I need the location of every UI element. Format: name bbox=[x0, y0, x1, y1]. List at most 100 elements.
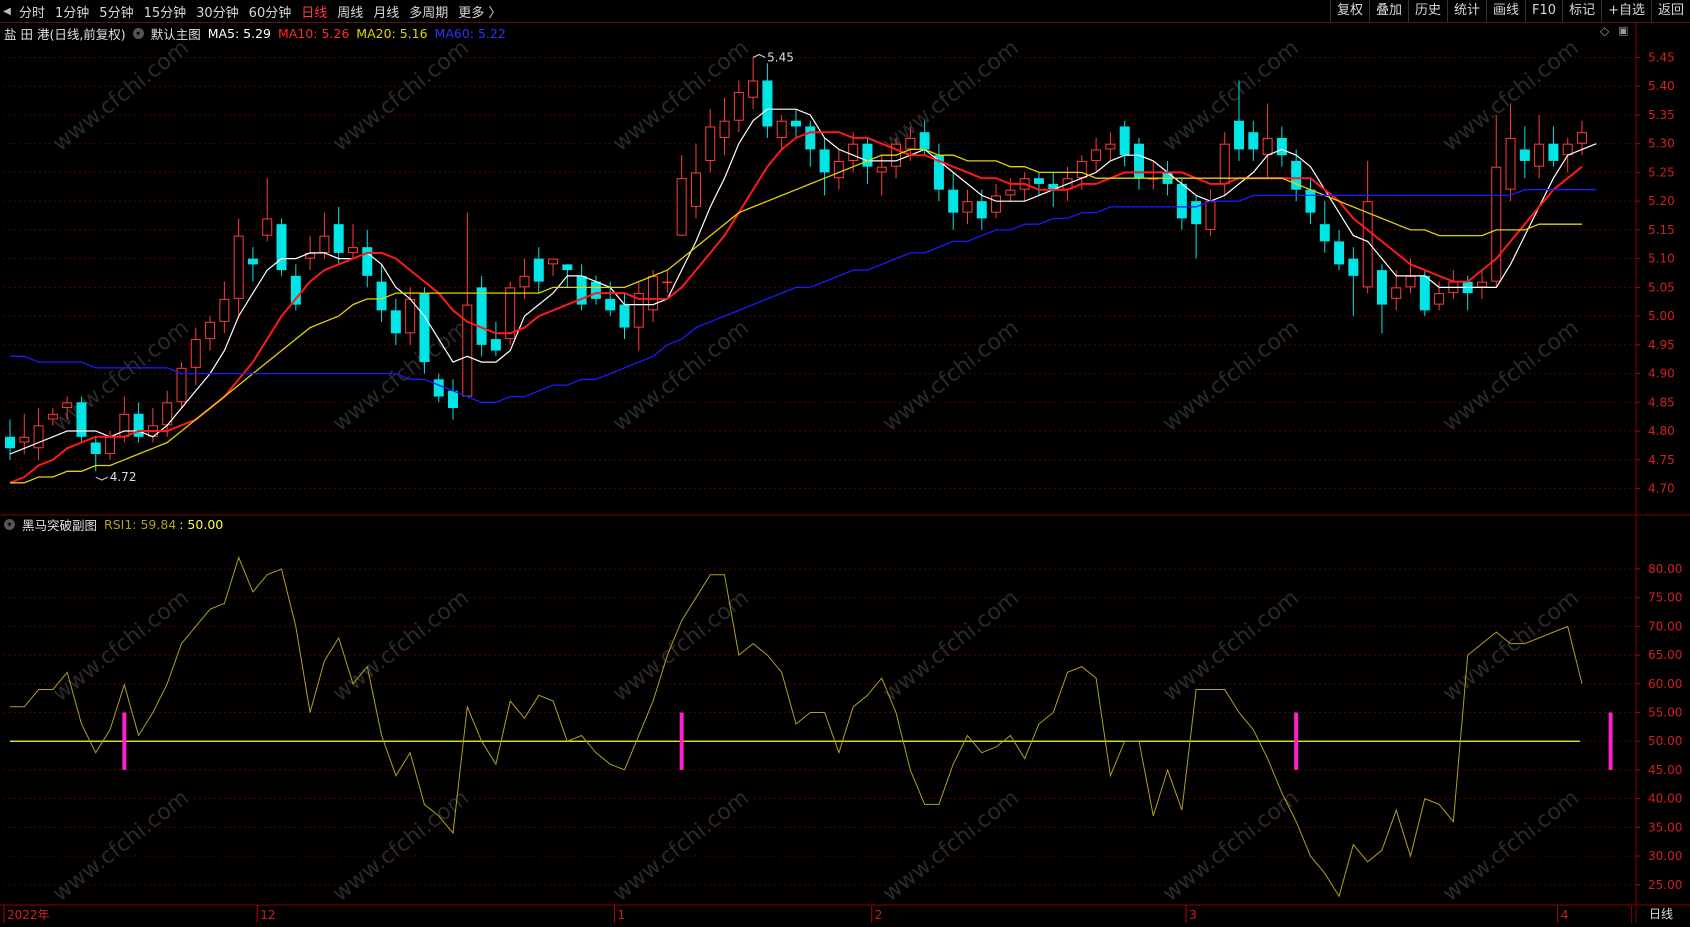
candle[interactable] bbox=[633, 281, 644, 351]
candle[interactable] bbox=[948, 172, 959, 230]
candle[interactable] bbox=[791, 109, 801, 138]
period-tab-8[interactable]: 月线 bbox=[368, 2, 404, 21]
candle[interactable] bbox=[805, 120, 816, 167]
candle[interactable] bbox=[76, 396, 87, 443]
left-arrow-icon[interactable]: ◀ bbox=[0, 0, 14, 22]
candle[interactable] bbox=[233, 218, 244, 317]
candle[interactable] bbox=[1334, 229, 1345, 271]
candle[interactable] bbox=[1348, 247, 1359, 317]
candle[interactable] bbox=[190, 327, 201, 386]
candle[interactable] bbox=[548, 258, 559, 276]
candle[interactable] bbox=[1476, 270, 1487, 299]
candle[interactable] bbox=[833, 149, 844, 190]
candle[interactable] bbox=[1148, 160, 1159, 190]
dropdown-icon[interactable]: ▾ bbox=[132, 28, 144, 39]
candle[interactable] bbox=[1291, 149, 1302, 202]
period-tab-0[interactable]: 分时 bbox=[14, 2, 50, 21]
candles[interactable] bbox=[5, 57, 1587, 472]
candle[interactable] bbox=[933, 143, 944, 202]
candle[interactable] bbox=[219, 281, 230, 334]
period-tab-4[interactable]: 30分钟 bbox=[191, 2, 244, 21]
candle[interactable] bbox=[505, 281, 516, 345]
template-name[interactable]: 默认主图 bbox=[151, 24, 201, 43]
period-tab-6[interactable]: 日线 bbox=[296, 2, 332, 21]
candle[interactable] bbox=[1133, 137, 1144, 190]
candle[interactable] bbox=[490, 321, 501, 357]
candle[interactable] bbox=[347, 224, 358, 259]
candle[interactable] bbox=[419, 287, 430, 374]
candle[interactable] bbox=[733, 80, 744, 133]
candle[interactable] bbox=[448, 379, 459, 420]
window-icon[interactable]: ▣ bbox=[1618, 24, 1628, 37]
kline-chart[interactable]: www.cfchi.com www.cfchi.com www.cfchi.com w… bbox=[0, 21, 1690, 923]
toolbar-button-6[interactable]: 标记 bbox=[1562, 0, 1601, 22]
candle[interactable] bbox=[1519, 126, 1530, 179]
candle[interactable] bbox=[319, 212, 330, 259]
period-tab-1[interactable]: 1分钟 bbox=[50, 2, 94, 21]
dropdown-icon[interactable]: ▾ bbox=[4, 519, 15, 530]
candle[interactable] bbox=[276, 218, 287, 276]
candle[interactable] bbox=[1033, 172, 1044, 196]
candle[interactable] bbox=[776, 114, 787, 150]
candle[interactable] bbox=[962, 189, 973, 225]
candle[interactable] bbox=[476, 275, 487, 357]
candle[interactable] bbox=[1105, 132, 1116, 161]
indicator-name[interactable]: 黑马突破副图 bbox=[22, 515, 97, 534]
candle[interactable] bbox=[1119, 120, 1130, 167]
candle[interactable] bbox=[1448, 270, 1459, 299]
candle[interactable] bbox=[1248, 120, 1259, 161]
candle[interactable] bbox=[1548, 126, 1559, 167]
candle[interactable] bbox=[662, 270, 673, 294]
toolbar-button-7[interactable]: +自选 bbox=[1601, 0, 1651, 22]
candle[interactable] bbox=[247, 247, 258, 282]
period-tab-7[interactable]: 周线 bbox=[332, 2, 368, 21]
candle[interactable] bbox=[705, 109, 716, 173]
candle[interactable] bbox=[1434, 281, 1445, 311]
period-tab-3[interactable]: 15分钟 bbox=[139, 2, 192, 21]
candle[interactable] bbox=[1319, 201, 1330, 253]
candle[interactable] bbox=[1019, 172, 1030, 202]
candle[interactable] bbox=[33, 408, 44, 460]
toolbar-button-3[interactable]: 统计 bbox=[1447, 0, 1486, 22]
candle[interactable] bbox=[1419, 270, 1430, 317]
candle[interactable] bbox=[376, 264, 387, 322]
candle[interactable] bbox=[262, 178, 273, 242]
footer-period-label[interactable]: 日线 bbox=[1631, 905, 1690, 923]
toolbar-button-1[interactable]: 叠加 bbox=[1368, 0, 1408, 22]
candle-body-up bbox=[519, 275, 530, 288]
toolbar-button-8[interactable]: 返回 bbox=[1650, 0, 1690, 22]
candle[interactable] bbox=[1091, 137, 1102, 173]
candle[interactable] bbox=[1505, 103, 1516, 202]
candle[interactable] bbox=[1305, 178, 1316, 225]
candle[interactable] bbox=[462, 212, 473, 397]
candle[interactable] bbox=[390, 298, 401, 345]
period-tab-5[interactable]: 60分钟 bbox=[244, 2, 297, 21]
candle[interactable] bbox=[433, 373, 444, 403]
toolbar-button-2[interactable]: 历史 bbox=[1407, 0, 1447, 22]
candle[interactable] bbox=[1205, 189, 1216, 236]
candle[interactable] bbox=[133, 402, 144, 443]
candle[interactable] bbox=[762, 63, 773, 138]
toolbar-button-4[interactable]: 画线 bbox=[1486, 0, 1525, 22]
candle[interactable] bbox=[719, 97, 730, 156]
candle[interactable] bbox=[748, 57, 759, 110]
candle[interactable] bbox=[1534, 114, 1545, 179]
toolbar-button-0[interactable]: 复权 bbox=[1329, 0, 1369, 22]
diamond-icon[interactable]: ◇ bbox=[1600, 24, 1609, 38]
candle[interactable] bbox=[1376, 264, 1387, 334]
candle[interactable] bbox=[690, 143, 701, 219]
candle[interactable] bbox=[533, 247, 544, 294]
candle[interactable] bbox=[362, 229, 373, 288]
toolbar-button-5[interactable]: F10 bbox=[1525, 0, 1562, 22]
period-tab-2[interactable]: 5分钟 bbox=[94, 2, 138, 21]
candle[interactable] bbox=[176, 362, 187, 409]
candle[interactable] bbox=[819, 137, 830, 196]
candle[interactable] bbox=[1219, 132, 1230, 196]
candle[interactable] bbox=[205, 316, 216, 351]
candle[interactable] bbox=[1276, 126, 1287, 167]
candle[interactable] bbox=[333, 206, 344, 265]
period-tab-10[interactable]: 更多 〉 bbox=[453, 2, 506, 21]
period-tab-9[interactable]: 多周期 bbox=[404, 2, 453, 21]
candle[interactable] bbox=[648, 270, 659, 322]
candle[interactable] bbox=[676, 155, 687, 236]
